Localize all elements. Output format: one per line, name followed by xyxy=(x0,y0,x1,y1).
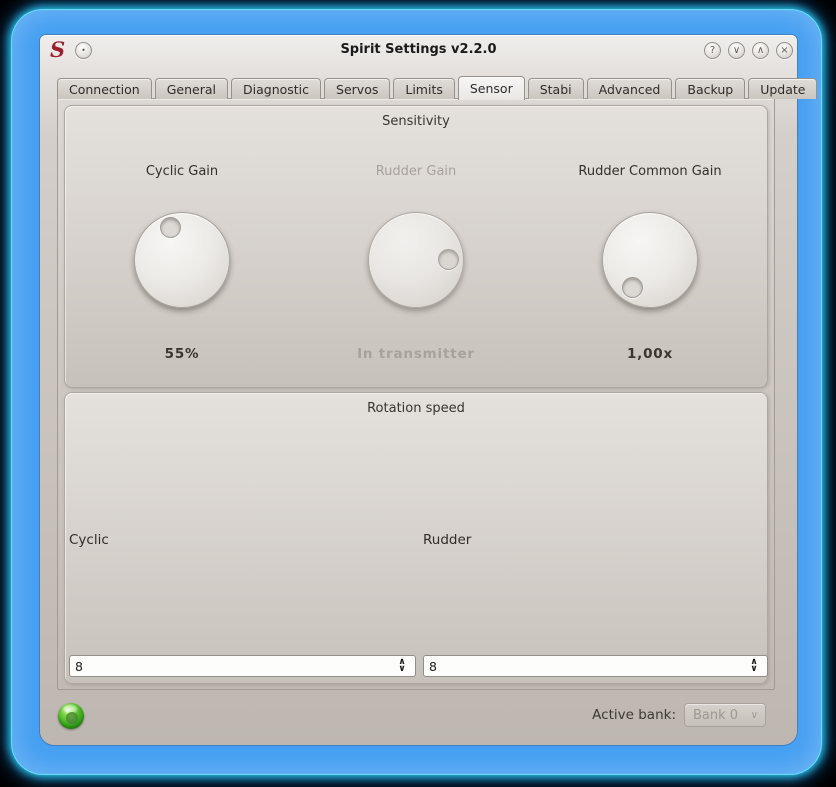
app-window: S • Spirit Settings v2.2.0 ? ∨ ∧ × Conne… xyxy=(40,35,818,745)
rudder-gain-control: Rudder Gain In transmitter xyxy=(299,129,533,362)
cyclic-rotation-spinbox[interactable]: 8 ∧ ∨ xyxy=(69,655,416,677)
connection-status-led xyxy=(58,703,84,729)
spin-down-icon[interactable]: ∨ xyxy=(398,665,405,674)
knob-indicator xyxy=(160,217,181,238)
sensor-tab-page: Sensitivity Cyclic Gain 55% Rudder Gain xyxy=(57,98,775,690)
rudder-rotation-label: Rudder xyxy=(423,532,472,548)
titlebar-buttons: ? ∨ ∧ × xyxy=(704,42,793,59)
tab-backup[interactable]: Backup xyxy=(675,78,746,99)
tab-advanced[interactable]: Advanced xyxy=(586,78,673,99)
sensitivity-group: Sensitivity Cyclic Gain 55% Rudder Gain xyxy=(64,105,768,388)
tab-bar: Connection General Diagnostic Servos Lim… xyxy=(57,75,818,100)
tab-sensor[interactable]: Sensor xyxy=(457,76,525,100)
cyclic-gain-value: 55% xyxy=(164,346,200,362)
close-button[interactable]: × xyxy=(776,42,793,59)
tab-diagnostic[interactable]: Diagnostic xyxy=(231,78,322,99)
rotation-speed-group: Rotation speed Cyclic Rudder 8 ∧ ∨ 8 ∧ ∨ xyxy=(64,392,768,684)
rudder-common-gain-label: Rudder Common Gain xyxy=(578,164,722,179)
rudder-gain-knob xyxy=(368,212,464,308)
cyclic-rotation-label: Cyclic xyxy=(69,532,109,548)
tab-update[interactable]: Update xyxy=(748,78,818,99)
tab-general[interactable]: General xyxy=(154,78,228,99)
cyclic-rotation-value[interactable]: 8 xyxy=(70,659,393,674)
titlebar[interactable]: S • Spirit Settings v2.2.0 ? ∨ ∧ × xyxy=(40,35,797,65)
tab-limits[interactable]: Limits xyxy=(393,78,455,99)
cyclic-gain-control: Cyclic Gain 55% xyxy=(65,129,299,362)
knob-indicator xyxy=(622,277,643,298)
rudder-common-gain-control: Rudder Common Gain 1,00x xyxy=(533,129,767,362)
spinner-arrows-icon[interactable]: ∧ ∨ xyxy=(393,658,415,674)
maximize-button[interactable]: ∧ xyxy=(752,42,769,59)
tab-stabi[interactable]: Stabi xyxy=(527,78,584,99)
rudder-gain-label: Rudder Gain xyxy=(375,164,457,179)
knob-indicator xyxy=(438,249,459,270)
desktop: S • Spirit Settings v2.2.0 ? ∨ ∧ × Conne… xyxy=(0,0,836,787)
cyclic-gain-label: Cyclic Gain xyxy=(145,164,219,179)
tab-servos[interactable]: Servos xyxy=(324,78,391,99)
cyclic-gain-knob[interactable] xyxy=(134,212,230,308)
chevron-down-icon: ∨ xyxy=(750,709,758,721)
sensitivity-group-title: Sensitivity xyxy=(382,114,450,129)
rudder-common-gain-value: 1,00x xyxy=(626,346,674,362)
rotation-speed-group-title: Rotation speed xyxy=(367,401,465,416)
active-bank-value: Bank 0 xyxy=(693,707,739,723)
rudder-rotation-spinbox[interactable]: 8 ∧ ∨ xyxy=(423,655,768,677)
rudder-common-gain-knob[interactable] xyxy=(602,212,698,308)
help-button[interactable]: ? xyxy=(704,42,721,59)
spin-down-icon[interactable]: ∨ xyxy=(750,665,757,674)
knob-row: Cyclic Gain 55% Rudder Gain In transmitt… xyxy=(65,129,767,362)
rudder-gain-value: In transmitter xyxy=(357,346,475,362)
spinner-arrows-icon[interactable]: ∧ ∨ xyxy=(745,658,767,674)
active-bank-select[interactable]: Bank 0 ∨ xyxy=(684,703,766,727)
minimize-button[interactable]: ∨ xyxy=(728,42,745,59)
window-title: Spirit Settings v2.2.0 xyxy=(340,42,497,57)
active-bank-label: Active bank: xyxy=(592,707,676,723)
rudder-rotation-value[interactable]: 8 xyxy=(424,659,745,674)
tab-connection[interactable]: Connection xyxy=(57,78,152,99)
